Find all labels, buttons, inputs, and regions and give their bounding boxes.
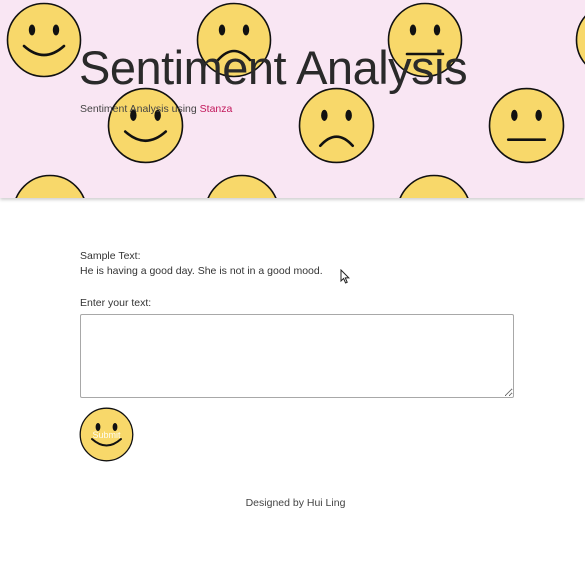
page-title: Sentiment Analysis (79, 41, 468, 94)
sample-text-label: Sample Text: (80, 250, 141, 262)
submit-button[interactable]: Submit (79, 407, 134, 462)
stanza-link[interactable]: Stanza (200, 103, 233, 115)
page-subtitle: Sentiment Analysis using Stanza (80, 103, 232, 115)
smiley-neutral-icon (488, 87, 565, 164)
input-label: Enter your text: (80, 297, 152, 309)
smiley-happy-icon (399, 174, 469, 198)
smiley-happy-icon (207, 174, 277, 198)
submit-label: Submit (92, 430, 121, 440)
sample-text-value: He is having a good day. She is not in a… (80, 265, 323, 277)
smiley-happy-icon (15, 174, 85, 198)
smiley-partial-icon (575, 15, 585, 65)
main-form: Sample Text: He is having a good day. Sh… (80, 249, 514, 398)
text-input[interactable] (80, 314, 514, 398)
smiley-sad-icon (298, 87, 375, 164)
mouse-pointer-icon (340, 269, 350, 284)
header-banner: Sentiment Analysis Sentiment Analysis us… (0, 0, 585, 198)
subtitle-text: Sentiment Analysis using (80, 103, 200, 115)
smiley-happy-icon (107, 87, 184, 164)
footer-credit: Designed by Hui Ling (245, 497, 346, 509)
smiley-happy-icon (6, 2, 82, 78)
